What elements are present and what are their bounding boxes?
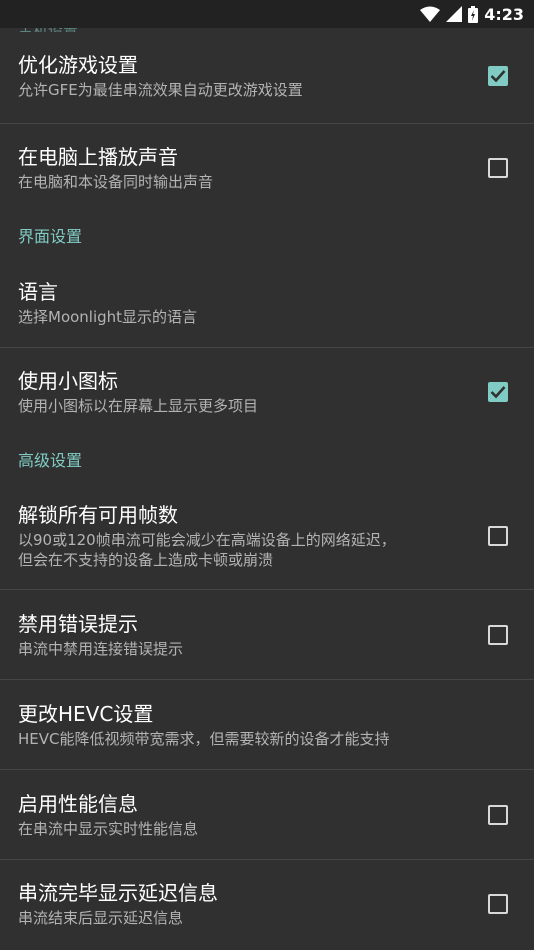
checkbox-checked[interactable] [488,66,508,86]
pref-title: 在电脑上播放声音 [18,145,178,169]
pref-summary: 在串流中显示实时性能信息 [18,820,199,838]
battery-icon [468,5,479,23]
pref-title: 优化游戏设置 [18,53,138,77]
pref-title: 启用性能信息 [18,792,138,816]
pref-optimize-games[interactable]: 优化游戏设置 允许GFE为最佳串流效果自动更改游戏设置 [0,28,534,124]
pref-summary: 以90或120帧串流可能会减少在高端设备上的网络延迟， 但会在不支持的设备上造成… [18,530,488,570]
checkbox-unchecked[interactable] [488,625,508,645]
settings-list: 优化游戏设置 允许GFE为最佳串流效果自动更改游戏设置 在电脑上播放声音 在电脑… [0,28,534,948]
pref-latency-toast[interactable]: 串流完毕显示延迟信息 串流结束后显示延迟信息 [0,860,534,948]
clock: 4:23 [484,4,524,24]
pref-hevc[interactable]: 更改HEVC设置 HEVC能降低视频带宽需求，但需要较新的设备才能支持 [0,680,534,770]
checkbox-unchecked[interactable] [488,158,508,178]
pref-summary: 允许GFE为最佳串流效果自动更改游戏设置 [18,81,303,99]
category-header-ui: 界面设置 [18,227,83,246]
pref-small-icons[interactable]: 使用小图标 使用小图标以在屏幕上显示更多项目 [0,348,534,436]
pref-disable-warnings[interactable]: 禁用错误提示 串流中禁用连接错误提示 [0,590,534,680]
pref-title: 禁用错误提示 [18,612,138,636]
pref-title: 解锁所有可用帧数 [18,503,178,527]
category-header-advanced: 高级设置 [18,451,83,470]
pref-summary: 使用小图标以在屏幕上显示更多项目 [18,397,259,415]
wifi-icon [420,6,441,22]
pref-summary: 串流结束后显示延迟信息 [18,909,184,927]
pref-summary: HEVC能降低视频带宽需求，但需要较新的设备才能支持 [18,730,390,748]
pref-play-host-audio[interactable]: 在电脑上播放声音 在电脑和本设备同时输出声音 [0,124,534,212]
pref-title: 使用小图标 [18,369,118,393]
checkbox-unchecked[interactable] [488,805,508,825]
pref-summary-line: 以90或120帧串流可能会减少在高端设备上的网络延迟， [18,531,396,549]
pref-title: 串流完毕显示延迟信息 [18,881,218,905]
pref-perf-overlay[interactable]: 启用性能信息 在串流中显示实时性能信息 [0,770,534,860]
pref-unlock-fps[interactable]: 解锁所有可用帧数 以90或120帧串流可能会减少在高端设备上的网络延迟， 但会在… [0,482,534,590]
pref-summary-line: 但会在不支持的设备上造成卡顿或崩溃 [18,551,274,569]
pref-summary: 在电脑和本设备同时输出声音 [18,173,214,191]
checkbox-unchecked[interactable] [488,894,508,914]
checkbox-checked[interactable] [488,382,508,402]
pref-language[interactable]: 语言 选择Moonlight显示的语言 [0,258,534,348]
pref-summary: 串流中禁用连接错误提示 [18,640,184,658]
pref-title: 更改HEVC设置 [18,702,154,726]
pref-title: 语言 [18,280,58,304]
status-bar: 4:23 [0,0,534,28]
signal-icon [446,6,463,22]
check-icon [490,70,506,83]
pref-summary: 选择Moonlight显示的语言 [18,308,198,326]
checkbox-unchecked[interactable] [488,526,508,546]
check-icon [490,386,506,399]
